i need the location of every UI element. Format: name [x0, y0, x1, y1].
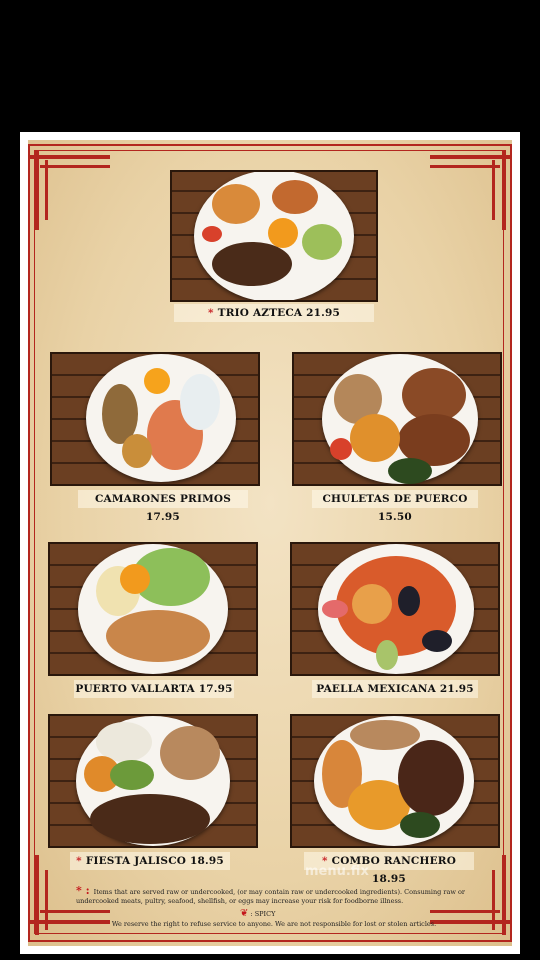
corner-ornament-tr2: [430, 165, 500, 168]
chili-pepper-icon: ❦: [240, 908, 249, 919]
spicy-legend: ❦ : SPICY: [240, 908, 276, 919]
corner-ornament-bl: [30, 920, 110, 924]
dish-photo-trio-azteca: [170, 170, 378, 302]
corner-ornament-bl3: [35, 855, 39, 935]
footnote-marker: * :: [76, 884, 90, 897]
corner-ornament-tl3: [35, 150, 39, 230]
dish-photo-camarones-primos: [50, 352, 260, 486]
raw-warning-star: *: [207, 307, 214, 319]
dish-label-paella-mexicana: PAELLA MEXICANA 21.95: [312, 680, 478, 698]
corner-ornament-br4: [492, 870, 495, 930]
corner-ornament-bl4: [45, 870, 48, 930]
corner-ornament-tr4: [492, 160, 495, 220]
service-notice: We reserve the right to refuse service t…: [111, 920, 437, 928]
dish-label-trio-azteca: * TRIO AZTECA 21.95: [174, 304, 374, 322]
dish-label-fiesta-jalisco: * FIESTA JALISCO 18.95: [70, 852, 230, 870]
dish-label-chuletas-de-puerco: CHULETAS DE PUERCO 15.50: [312, 490, 478, 523]
corner-ornament-tl4: [45, 160, 48, 220]
corner-ornament-tl2: [40, 165, 110, 168]
dish-photo-combo-ranchero: [290, 714, 500, 848]
dish-photo-fiesta-jalisco: [48, 714, 258, 848]
corner-ornament-tr: [430, 155, 510, 159]
raw-warning-star: *: [76, 855, 82, 867]
dish-photo-paella-mexicana: [290, 542, 500, 676]
corner-ornament-tr3: [502, 150, 506, 230]
corner-ornament-bl2: [40, 910, 110, 913]
dish-photo-puerto-vallarta: [48, 542, 258, 676]
dish-photo-chuletas-de-puerco: [292, 352, 502, 486]
corner-ornament-br2: [430, 910, 500, 913]
site-watermark: menu.fix: [305, 864, 369, 879]
corner-ornament-tl: [30, 155, 110, 159]
raw-food-disclaimer: * : Items that are served raw or undercoo…: [76, 884, 466, 905]
dish-label-puerto-vallarta: PUERTO VALLARTA 17.95: [74, 680, 234, 698]
dish-label-camarones-primos: CAMARONES PRIMOS 17.95: [78, 490, 248, 523]
corner-ornament-br3: [502, 855, 506, 935]
